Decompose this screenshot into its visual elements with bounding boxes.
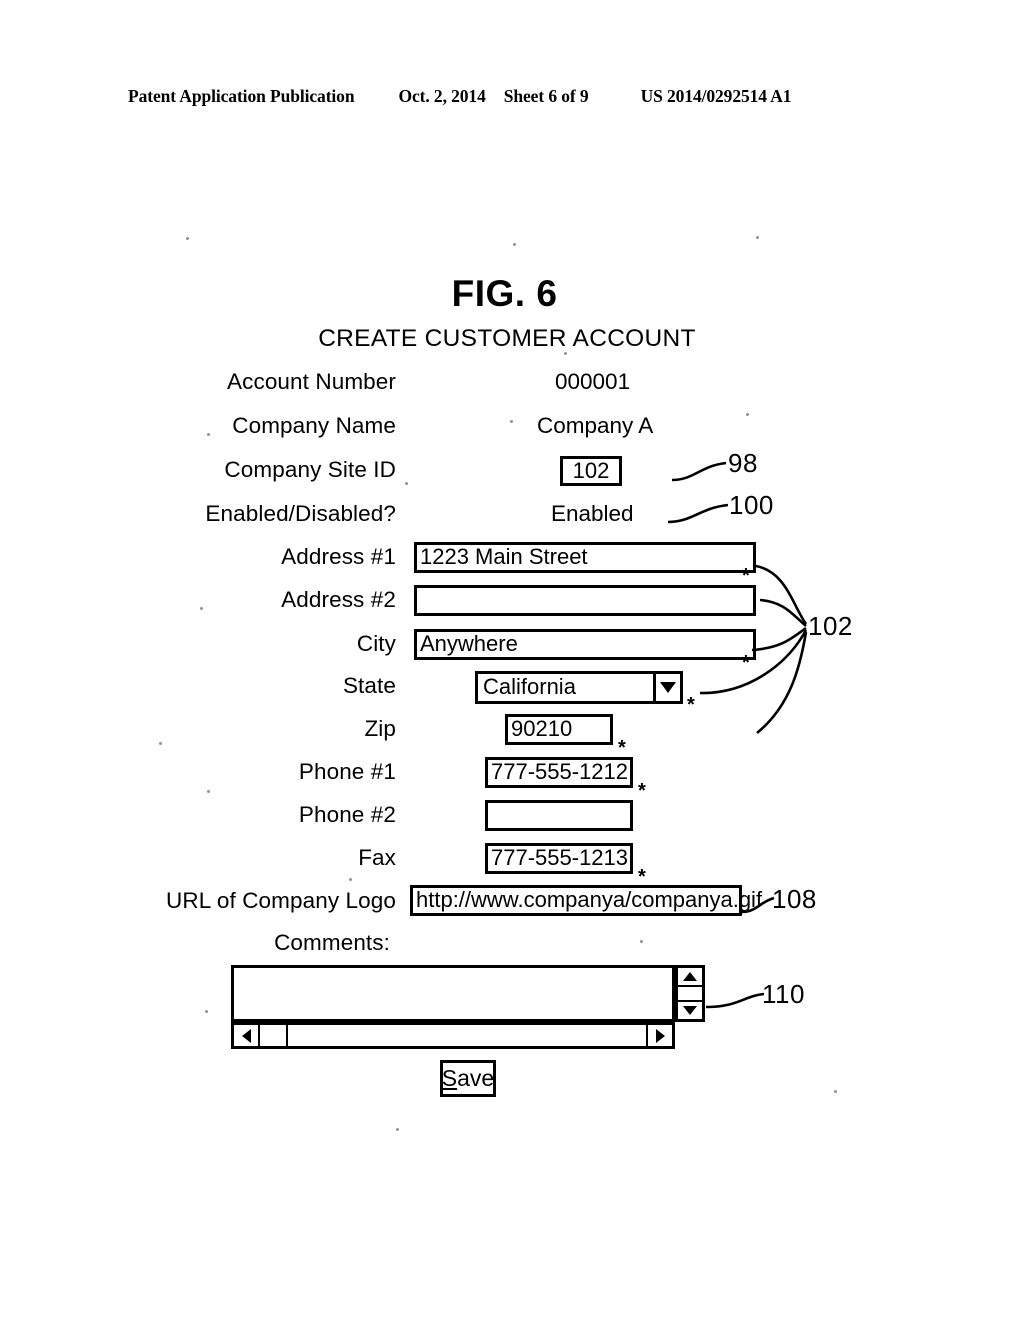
form-row-phone-2: Phone #2 xyxy=(0,800,1024,834)
required-marker-city: * xyxy=(742,652,750,674)
input-zip[interactable]: 90210 xyxy=(505,714,613,745)
input-url-company-logo[interactable]: http://www.companya/companya.gif xyxy=(410,885,762,916)
callout-102: 102 xyxy=(808,611,853,641)
scan-speck xyxy=(513,243,516,246)
label-city: City xyxy=(356,631,396,656)
required-marker-fax: * xyxy=(638,866,646,888)
form-row-state: State California * xyxy=(0,671,1024,715)
scan-speck xyxy=(200,607,203,610)
required-marker-phone-1: * xyxy=(638,780,646,802)
chevron-down-icon[interactable] xyxy=(653,674,680,701)
callout-108: 108 xyxy=(772,884,817,914)
input-city[interactable]: Anywhere xyxy=(414,629,756,660)
horizontal-scrollbar[interactable] xyxy=(231,1022,675,1049)
scroll-right-icon[interactable] xyxy=(646,1025,672,1046)
select-state[interactable]: California xyxy=(475,671,683,704)
value-account-number: 000001 xyxy=(555,369,631,394)
label-address-2: Address #2 xyxy=(281,587,396,612)
value-address-1: 1223 Main Street xyxy=(420,544,588,569)
vertical-scroll-track[interactable] xyxy=(678,987,702,1000)
scan-speck xyxy=(207,790,210,793)
scan-speck xyxy=(349,878,352,881)
label-state: State xyxy=(342,673,396,698)
input-fax[interactable]: 777-555-1213 xyxy=(485,843,633,874)
value-phone-1: 777-555-1212 xyxy=(491,759,629,784)
scan-speck xyxy=(207,433,210,436)
scan-speck xyxy=(159,742,162,745)
label-comments: Comments: xyxy=(274,930,390,955)
required-marker-state: * xyxy=(687,694,695,716)
horizontal-scroll-thumb[interactable] xyxy=(260,1025,288,1046)
value-state: California xyxy=(483,674,576,699)
callout-110: 110 xyxy=(762,979,805,1009)
scan-speck xyxy=(564,352,567,355)
vertical-scrollbar[interactable] xyxy=(675,965,705,1022)
scan-speck xyxy=(405,482,408,485)
label-company-name: Company Name xyxy=(232,413,396,438)
form-row-comments-label: Comments: xyxy=(0,928,1024,962)
scan-speck xyxy=(186,237,189,240)
comments-textarea[interactable] xyxy=(231,965,675,1022)
required-marker-zip: * xyxy=(618,737,626,759)
input-phone-2[interactable] xyxy=(485,800,633,831)
label-account-number: Account Number xyxy=(227,369,396,394)
scan-speck xyxy=(205,1010,208,1013)
form-row-city: City Anywhere * xyxy=(0,629,1024,673)
form-row-fax: Fax 777-555-1213 * xyxy=(0,843,1024,887)
form-row-account-number: Account Number 000001 xyxy=(0,367,1024,401)
input-company-site-id[interactable]: 102 xyxy=(560,456,622,486)
input-address-1[interactable]: 1223 Main Street xyxy=(414,542,756,573)
callout-100: 100 xyxy=(729,490,774,520)
create-customer-account-form: Account Number 000001 Company Name Compa… xyxy=(0,0,1024,1320)
label-phone-2: Phone #2 xyxy=(298,802,396,827)
value-enabled-disabled: Enabled xyxy=(551,501,634,526)
callout-98: 98 xyxy=(728,448,758,478)
scan-speck xyxy=(640,940,643,943)
form-row-address-1: Address #1 1223 Main Street * xyxy=(0,542,1024,586)
scan-speck xyxy=(834,1090,837,1093)
scan-speck xyxy=(396,1128,399,1131)
value-company-site-id: 102 xyxy=(572,457,610,483)
form-row-phone-1: Phone #1 777-555-1212 * xyxy=(0,757,1024,801)
save-button-label-rest: ave xyxy=(457,1065,495,1091)
form-row-url-company-logo: URL of Company Logo http://www.companya/… xyxy=(0,885,1024,920)
scroll-down-icon[interactable] xyxy=(678,1000,702,1019)
label-zip: Zip xyxy=(364,716,396,741)
label-phone-1: Phone #1 xyxy=(298,759,396,784)
form-row-address-2: Address #2 xyxy=(0,585,1024,619)
value-fax: 777-555-1213 xyxy=(491,845,629,870)
label-address-1: Address #1 xyxy=(281,544,396,569)
form-row-company-name: Company Name Company A xyxy=(0,411,1024,445)
scroll-up-icon[interactable] xyxy=(678,968,702,987)
label-fax: Fax xyxy=(358,845,396,870)
required-marker-address-1: * xyxy=(742,565,750,587)
value-city: Anywhere xyxy=(420,631,518,656)
input-address-2[interactable] xyxy=(414,585,756,616)
comments-textarea-control[interactable] xyxy=(231,965,705,1049)
form-row-enabled-disabled: Enabled/Disabled? Enabled xyxy=(0,499,1024,533)
save-button-accelerator: S xyxy=(441,1065,458,1091)
save-button[interactable]: Save xyxy=(440,1060,496,1097)
form-row-zip: Zip 90210 * xyxy=(0,714,1024,758)
label-enabled-disabled: Enabled/Disabled? xyxy=(205,501,396,526)
input-phone-1[interactable]: 777-555-1212 xyxy=(485,757,633,788)
scan-speck xyxy=(756,236,759,239)
label-company-site-id: Company Site ID xyxy=(224,457,396,482)
scan-speck xyxy=(510,420,513,423)
value-url-company-logo: http://www.companya/companya.gif xyxy=(416,887,763,912)
label-url-company-logo: URL of Company Logo xyxy=(166,888,396,913)
value-zip: 90210 xyxy=(511,716,573,741)
scroll-left-icon[interactable] xyxy=(234,1025,260,1046)
value-company-name: Company A xyxy=(537,413,654,438)
form-row-company-site-id: Company Site ID 102 xyxy=(0,455,1024,489)
scan-speck xyxy=(746,413,749,416)
